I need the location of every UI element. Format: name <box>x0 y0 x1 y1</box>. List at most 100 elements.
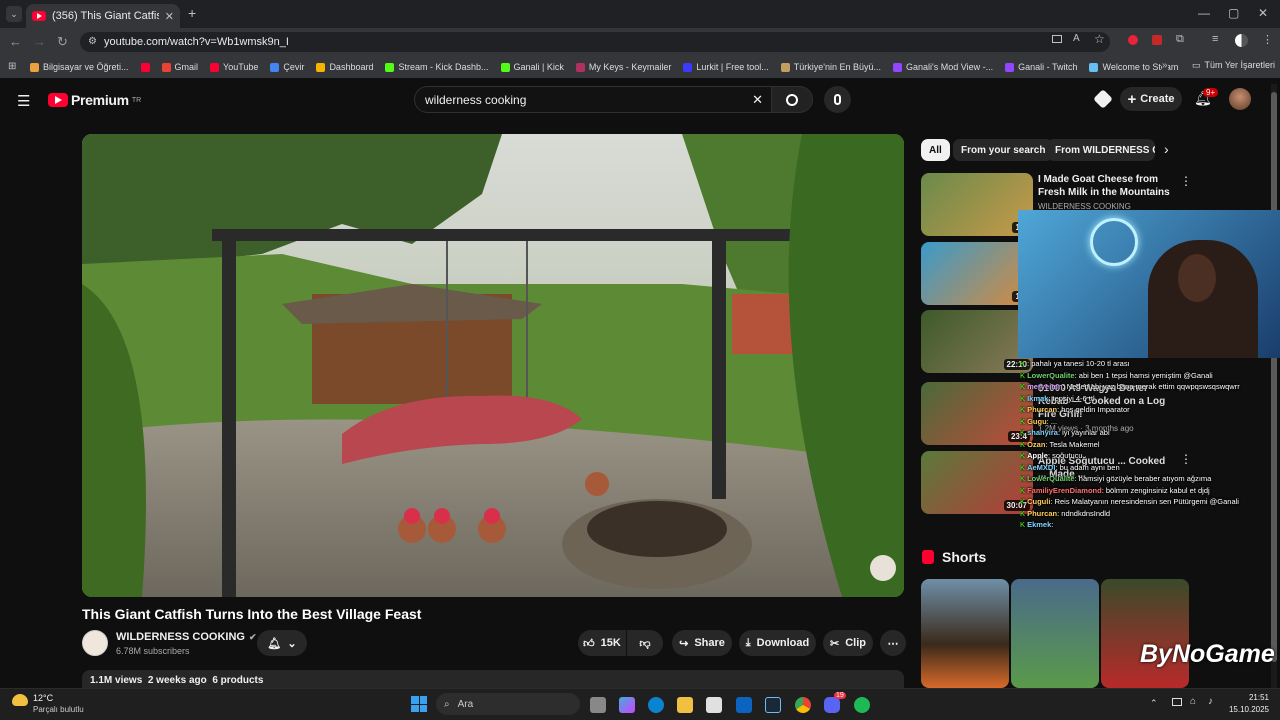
discord-icon[interactable] <box>824 697 840 713</box>
kick-favicon-icon <box>385 62 395 72</box>
search-button[interactable] <box>771 86 813 113</box>
bookmark-item[interactable]: Lurkit | Free tool... <box>683 62 769 72</box>
clip-button[interactable]: ✂ Clip <box>823 630 873 656</box>
forward-icon[interactable]: → <box>33 34 46 49</box>
video-title: This Giant Catfish Turns Into the Best V… <box>82 606 422 622</box>
profile-avatar[interactable] <box>1235 34 1248 47</box>
browser-menu-icon[interactable]: ⋮ <box>1262 33 1273 46</box>
clock-time[interactable]: 21:51 <box>1229 693 1269 702</box>
voice-search-button[interactable] <box>824 86 851 113</box>
bookmark-item[interactable]: Ganali - Twitch <box>1005 62 1077 72</box>
chips-next-icon[interactable]: › <box>1164 141 1169 157</box>
dislike-button[interactable]: 👎︎ <box>627 630 663 656</box>
translate-favicon-icon <box>270 62 280 72</box>
task-view-icon[interactable] <box>590 697 606 713</box>
like-button[interactable]: 👍︎ 15K <box>578 630 626 656</box>
bookmark-item[interactable]: Dashboard <box>316 62 373 72</box>
store-icon[interactable] <box>706 697 722 713</box>
close-window-icon[interactable]: ✕ <box>1258 6 1268 20</box>
browser-tab-strip: ⌄ (356) This Giant Catfish Turns In ✕ + … <box>0 0 1280 28</box>
twitch-favicon-icon <box>893 62 903 72</box>
tab-active[interactable]: (356) This Giant Catfish Turns In ✕ <box>26 4 180 28</box>
reload-icon[interactable]: ↻ <box>57 34 68 50</box>
bookmark-item[interactable] <box>140 62 150 72</box>
more-options-icon[interactable]: ⋮ <box>1180 174 1192 188</box>
edge-icon[interactable] <box>648 697 664 713</box>
weather-icon[interactable] <box>12 694 28 706</box>
youtube-premium-logo[interactable]: Premium TR <box>48 92 141 108</box>
download-button[interactable]: ⤓ Download <box>739 630 816 656</box>
bookmark-item[interactable]: Ganali | Kick <box>500 62 564 72</box>
channel-name[interactable]: WILDERNESS COOKING ✔ <box>116 631 257 643</box>
menu-hamburger-icon[interactable]: ☰ <box>17 92 30 110</box>
new-tab-icon[interactable]: + <box>188 5 196 21</box>
recommendation-thumbnail[interactable]: 15: <box>921 242 1033 305</box>
tab-close-icon[interactable]: ✕ <box>165 10 174 23</box>
create-button[interactable]: + Create <box>1120 87 1182 111</box>
copilot-icon[interactable] <box>619 697 635 713</box>
bookmark-item[interactable]: Stream - Kick Dashb... <box>385 62 489 72</box>
start-windows-icon[interactable] <box>411 696 427 712</box>
bookmark-item[interactable]: Türkiye'nin En Büyü... <box>780 62 881 72</box>
all-bookmarks-button[interactable]: ▭ Tüm Yer İşaretleri <box>1192 60 1276 71</box>
tab-groups-icon[interactable]: ≡ <box>1212 33 1218 45</box>
maximize-icon[interactable]: ▢ <box>1228 6 1239 20</box>
short-thumbnail[interactable] <box>1011 579 1099 688</box>
chat-message: K Cuguli: Reis Malatyanın neresindensin … <box>1020 496 1270 508</box>
display-icon[interactable] <box>1172 698 1182 706</box>
twitch-favicon-icon <box>1005 62 1015 72</box>
network-icon[interactable]: ⌂ <box>1190 696 1196 707</box>
clear-search-icon[interactable]: ✕ <box>752 92 763 108</box>
steam-icon[interactable] <box>765 697 781 713</box>
short-thumbnail[interactable] <box>921 579 1009 688</box>
recommendation-thumbnail[interactable]: 17: <box>921 173 1033 236</box>
extensions-puzzle-icon[interactable]: ⧉ <box>1176 33 1184 46</box>
recommendation-thumbnail[interactable]: 23:4 <box>921 382 1033 445</box>
tray-overflow-icon[interactable]: ⌃ <box>1150 698 1158 709</box>
channel-avatar[interactable] <box>82 630 108 656</box>
extension-icon[interactable] <box>1152 35 1162 45</box>
clock-date[interactable]: 15.10.2025 <box>1219 705 1269 714</box>
chip-all[interactable]: All <box>921 139 950 161</box>
spotify-icon[interactable] <box>854 697 870 713</box>
logo-country: TR <box>131 96 142 104</box>
recommendation-thumbnail[interactable]: 22:10 <box>921 310 1033 373</box>
apps-grid-icon[interactable]: ⊞ <box>8 61 16 72</box>
chrome-icon[interactable] <box>795 697 811 713</box>
back-icon[interactable]: ← <box>9 34 22 49</box>
bookmark-star-icon[interactable]: ☆ <box>1094 32 1105 46</box>
bookmark-item[interactable]: Gmail <box>161 62 198 72</box>
page-scrollbar[interactable] <box>1271 84 1277 688</box>
more-actions-button[interactable]: ⋯ <box>880 630 906 656</box>
channel-watermark[interactable] <box>870 555 896 581</box>
chip-from-your-search[interactable]: From your search <box>953 139 1054 161</box>
cast-icon[interactable] <box>1052 35 1062 43</box>
bookmark-item[interactable]: Bilgisayar ve Öğreti... <box>30 62 129 72</box>
bookmark-item[interactable]: Ganali's Mod View -... <box>893 62 993 72</box>
tab-search-chevron-icon[interactable]: ⌄ <box>6 6 22 22</box>
bookmark-item[interactable]: YouTube <box>210 62 258 72</box>
channel-name-text: WILDERNESS COOKING <box>116 631 245 643</box>
site-info-icon[interactable]: ⚙ <box>88 36 97 47</box>
chip-from-channel[interactable]: From WILDERNESS COOKING <box>1047 139 1155 161</box>
search-input[interactable]: wilderness cooking ✕ <box>414 86 772 113</box>
more-bookmarks-icon[interactable]: » <box>1162 60 1168 71</box>
bookmark-label: Bilgisayar ve Öğreti... <box>43 62 129 72</box>
extension-icon[interactable] <box>1128 35 1138 45</box>
bookmark-item[interactable]: My Keys - Keymailer <box>575 62 671 72</box>
recommendation-thumbnail[interactable]: 30:07 <box>921 451 1033 514</box>
bookmark-item[interactable]: Çevir <box>270 62 304 72</box>
outlook-icon[interactable] <box>736 697 752 713</box>
taskbar-search-input[interactable]: ⌕ Ara <box>436 693 580 715</box>
recommendation-title[interactable]: I Made Goat Cheese from Fresh Milk in th… <box>1038 173 1178 199</box>
file-explorer-icon[interactable] <box>677 697 693 713</box>
subscribed-notification-button[interactable]: 🔔︎ ⌄ <box>257 630 307 656</box>
account-avatar[interactable] <box>1229 88 1251 110</box>
video-player[interactable] <box>82 134 904 597</box>
short-thumbnail[interactable] <box>1101 579 1189 688</box>
address-bar[interactable]: ⚙ youtube.com/watch?v=Wb1wmsk9n_I <box>80 32 1110 52</box>
share-button[interactable]: ↪ Share <box>672 630 732 656</box>
minimize-icon[interactable]: — <box>1198 6 1210 20</box>
volume-icon[interactable]: ♪ <box>1208 696 1213 707</box>
translate-icon[interactable]: A <box>1073 33 1080 44</box>
